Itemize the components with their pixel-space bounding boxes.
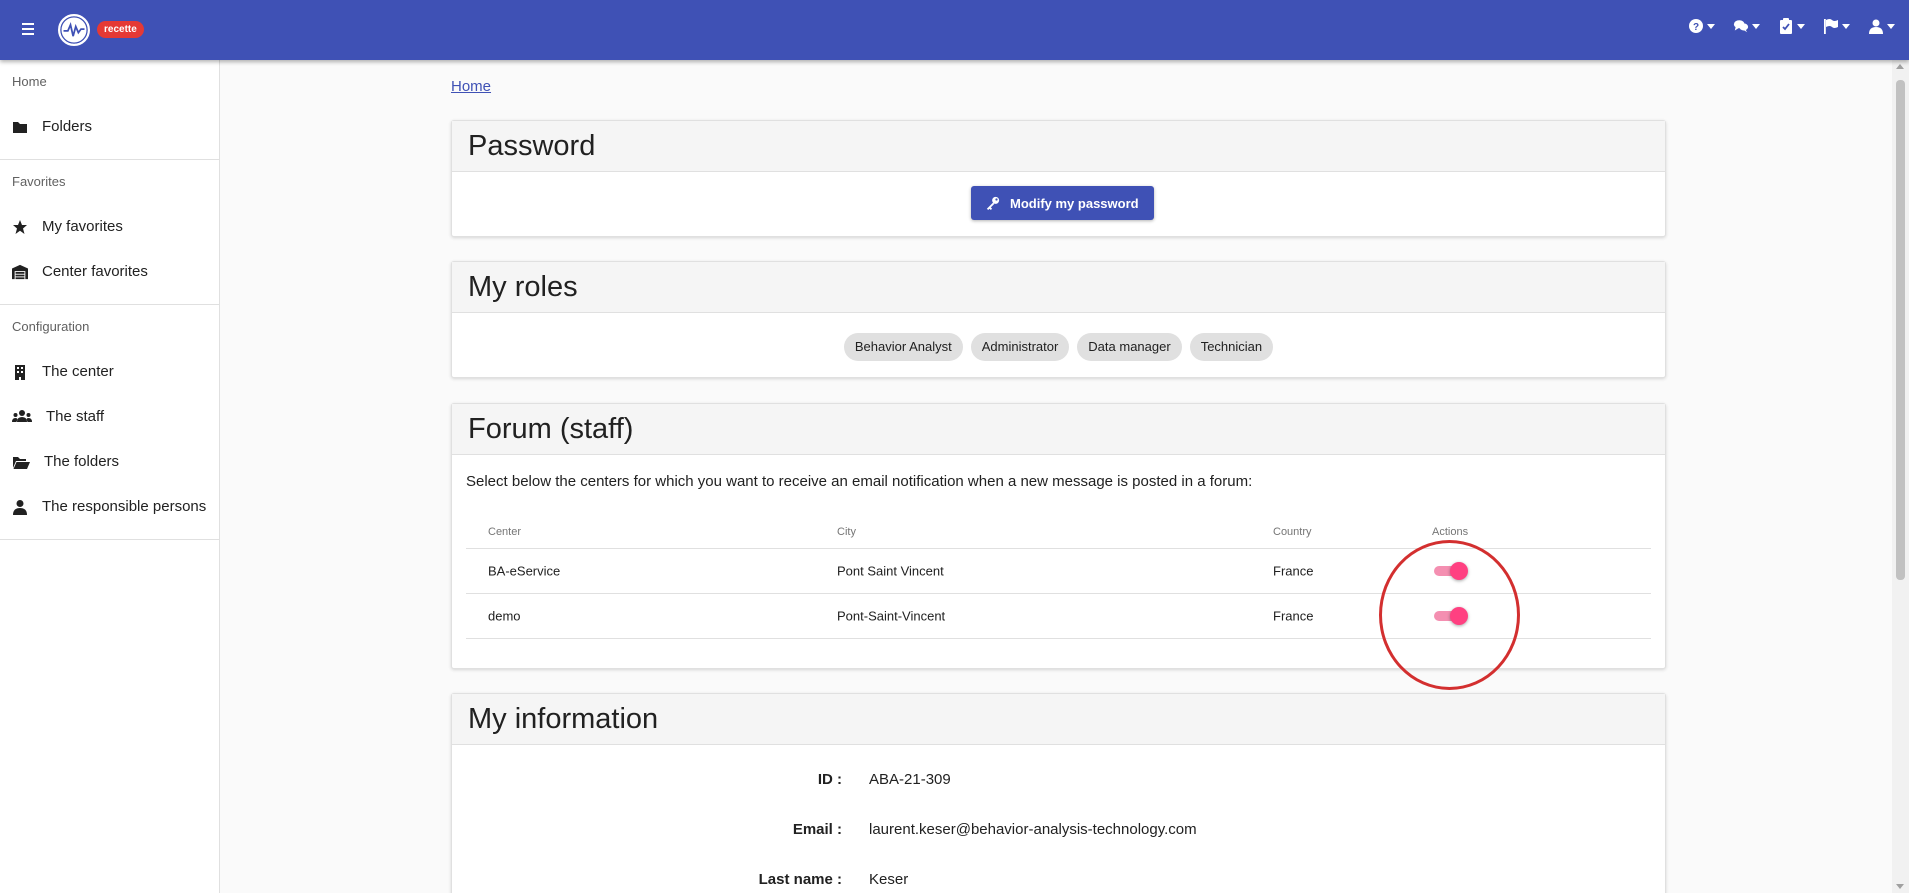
role-chip: Administrator	[970, 333, 1070, 361]
menu-icon[interactable]	[22, 20, 40, 38]
environment-badge: recette	[97, 21, 144, 38]
table-row: demo Pont-Saint-Vincent France	[466, 594, 1651, 639]
folder-open-icon	[13, 456, 30, 469]
sidebar-item-label: Folders	[42, 118, 93, 135]
chevron-down-icon	[1887, 23, 1895, 29]
notification-toggle[interactable]	[1432, 561, 1468, 581]
info-row-email: Email : laurent.keser@behavior-analysis-…	[452, 821, 1665, 841]
warehouse-icon	[12, 264, 28, 279]
city-cell: Pont Saint Vincent	[837, 563, 944, 579]
column-header-actions: Actions	[1432, 526, 1469, 538]
sidebar-item-folders[interactable]: Folders	[0, 104, 219, 149]
chevron-down-icon	[1707, 23, 1715, 29]
role-chip: Behavior Analyst	[843, 333, 963, 361]
info-label: Email :	[792, 821, 842, 838]
scroll-down-arrow[interactable]	[1896, 884, 1904, 889]
flag-icon	[1824, 19, 1838, 34]
key-icon	[986, 196, 1000, 210]
forum-description: Select below the centers for which you w…	[466, 473, 1253, 490]
info-value: Keser	[869, 871, 909, 888]
user-tie-icon	[13, 499, 27, 515]
sidebar-item-the-responsible-persons[interactable]: The responsible persons	[0, 484, 219, 529]
main-content: Home Password Modify my password My role…	[221, 60, 1909, 893]
sidebar-item-my-favorites[interactable]: My favorites	[0, 204, 219, 249]
column-header-city: City	[837, 526, 856, 538]
help-icon: ?	[1689, 19, 1703, 33]
user-icon	[1869, 19, 1883, 34]
sidebar-section-title: Home	[12, 74, 47, 89]
country-cell: France	[1273, 563, 1314, 579]
scrollbar-thumb[interactable]	[1896, 80, 1905, 580]
sidebar-divider	[0, 539, 219, 540]
column-header-country: Country	[1273, 526, 1312, 538]
chevron-down-icon	[1842, 23, 1850, 29]
forum-card-title: Forum (staff)	[452, 404, 1665, 455]
app-logo[interactable]	[58, 14, 90, 46]
sidebar-item-label: The staff	[46, 408, 105, 425]
clipboard-check-icon	[1780, 18, 1792, 34]
role-chip: Data manager	[1077, 333, 1182, 361]
sidebar-item-label: The folders	[44, 453, 120, 470]
role-chip: Technician	[1189, 333, 1274, 361]
roles-card-title: My roles	[452, 262, 1665, 313]
help-menu[interactable]: ?	[1688, 18, 1715, 34]
sidebar-item-the-center[interactable]: The center	[0, 349, 219, 394]
information-card: My information ID : ABA-21-309 Email : l…	[451, 693, 1666, 893]
country-cell: France	[1273, 608, 1314, 624]
password-card-title: Password	[452, 121, 1665, 172]
info-row-id: ID : ABA-21-309	[452, 771, 1665, 791]
sidebar-item-label: The center	[42, 363, 114, 380]
folder-icon	[13, 121, 27, 133]
modify-password-button[interactable]: Modify my password	[971, 186, 1154, 220]
information-card-title: My information	[452, 694, 1665, 745]
sidebar-section-title: Configuration	[12, 319, 90, 334]
sidebar-item-label: The responsible persons	[42, 498, 207, 515]
info-label: Last name :	[758, 871, 842, 888]
forum-card: Forum (staff) Select below the centers f…	[451, 403, 1666, 669]
language-menu[interactable]	[1823, 18, 1850, 34]
chat-icon	[1733, 20, 1749, 33]
sidebar-item-label: My favorites	[42, 218, 123, 235]
top-app-bar: recette ?	[0, 0, 1909, 60]
star-icon	[13, 219, 27, 234]
tasks-menu[interactable]	[1778, 18, 1805, 34]
roles-card: My roles Behavior Analyst Administrator …	[451, 261, 1666, 378]
info-value: laurent.keser@behavior-analysis-technolo…	[869, 821, 1197, 838]
table-header: Center City Country Actions	[466, 516, 1651, 549]
info-value: ABA-21-309	[869, 771, 951, 788]
center-cell: demo	[488, 608, 521, 624]
roles-list: Behavior Analyst Administrator Data mana…	[452, 333, 1665, 361]
center-cell: BA-eService	[488, 563, 561, 579]
chat-menu[interactable]	[1733, 18, 1760, 34]
notification-toggle[interactable]	[1432, 606, 1468, 626]
users-icon	[12, 409, 32, 422]
sidebar-item-the-folders[interactable]: The folders	[0, 439, 219, 484]
forum-notification-table: Center City Country Actions BA-eService …	[466, 516, 1651, 639]
building-icon	[15, 364, 25, 380]
column-header-center: Center	[488, 526, 522, 538]
city-cell: Pont-Saint-Vincent	[837, 608, 946, 624]
info-row-last-name: Last name : Keser	[452, 871, 1665, 891]
password-card: Password Modify my password	[451, 120, 1666, 237]
chevron-down-icon	[1752, 23, 1760, 29]
sidebar-item-the-staff[interactable]: The staff	[0, 394, 219, 439]
sidebar-item-center-favorites[interactable]: Center favorites	[0, 249, 219, 294]
scroll-up-arrow[interactable]	[1896, 64, 1904, 69]
sidebar-section-title: Favorites	[12, 174, 66, 189]
table-row: BA-eService Pont Saint Vincent France	[466, 549, 1651, 594]
page-scrollbar[interactable]	[1892, 60, 1909, 893]
chevron-down-icon	[1797, 23, 1805, 29]
user-menu[interactable]	[1868, 18, 1895, 34]
modify-password-label: Modify my password	[1010, 195, 1139, 211]
info-label: ID :	[817, 771, 842, 788]
sidebar-item-label: Center favorites	[42, 263, 148, 280]
breadcrumb-home-link[interactable]: Home	[451, 78, 491, 95]
svg-text:?: ?	[1693, 22, 1699, 33]
sidebar: Home Folders Favorites My favorites Cent…	[0, 60, 220, 893]
